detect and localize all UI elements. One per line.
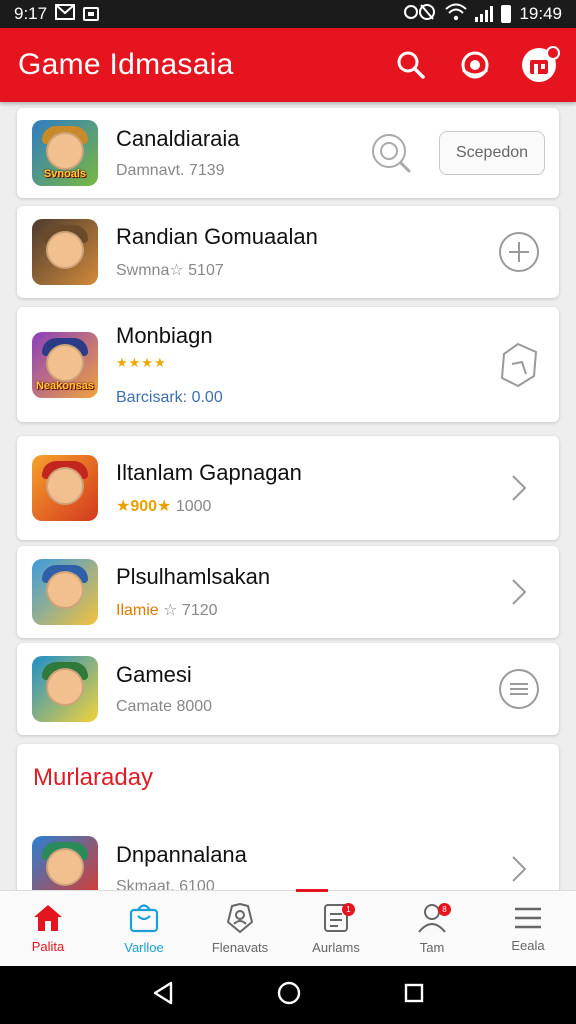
app-bar: Game Idmasaia [0, 28, 576, 102]
plus-circle-icon [499, 232, 539, 272]
item-title: Iltanlam Gapnagan [116, 460, 302, 485]
nav-label: Tam [419, 940, 445, 955]
nav-item-articles[interactable]: 1 Aurlams [288, 891, 384, 966]
nav-label: Varlloe [124, 940, 164, 955]
list-item[interactable]: Neakonsas Monbiagn ★★★★ Barcisark: 0.00 [17, 307, 559, 422]
shopping-bag-icon [129, 904, 159, 933]
nav-item-shop[interactable]: Varlloe [96, 891, 192, 966]
gamepad-icon [461, 51, 489, 79]
item-title: Gamesi [116, 662, 192, 687]
recents-icon[interactable] [403, 982, 425, 1009]
nav-item-favorites[interactable]: Flenavats [192, 891, 288, 966]
rating-stars: ★★★★ [116, 354, 167, 370]
chevron-right-icon[interactable] [479, 577, 559, 607]
silent-icon [403, 3, 437, 26]
game-thumbnail [32, 836, 98, 890]
item-title: Dnpannalana [116, 842, 247, 867]
game-list: Svnoals Canaldiaraia Damnavt. 7139 Scepe… [0, 102, 576, 890]
nav-badge: 1 [342, 903, 355, 916]
item-title: Canaldiaraia [116, 126, 240, 151]
list-item[interactable]: Iltanlam Gapnagan ★900★ 1000 [17, 436, 559, 540]
nav-item-team[interactable]: 8 Tam [384, 891, 480, 966]
nav-badge: 8 [438, 903, 451, 916]
action-button[interactable]: Scepedon [439, 131, 545, 175]
notification-badge [546, 46, 560, 60]
status-time-left: 9:17 [14, 4, 48, 23]
shield-icon [501, 342, 537, 387]
item-title: Plsulhamlsakan [116, 564, 271, 589]
item-subtitle: Damnavt. 7139 [116, 162, 225, 179]
bottom-navigation: Palita Varlloe Flenavats 1 Aurlams 8 Tam… [0, 889, 576, 966]
mail-icon [55, 3, 76, 25]
item-subtitle: Camate 8000 [116, 698, 213, 715]
status-bar: 9:17 19:49 [0, 0, 576, 28]
item-meta: Ilamie ☆ 7120 [116, 600, 479, 620]
chevron-right-icon[interactable] [479, 473, 559, 503]
item-subtitle: ☆ 7120 [163, 602, 218, 619]
list-item[interactable]: Plsulhamlsakan Ilamie ☆ 7120 [17, 546, 559, 638]
add-button[interactable] [479, 231, 559, 273]
item-subtitle: Barcisark: 0.00 [116, 388, 223, 406]
list-item[interactable]: Randian Gomuaalan Swmna☆ 5107 [17, 206, 559, 298]
thumbnail-caption: Neakonsas [35, 379, 95, 392]
profile-button[interactable] [520, 46, 560, 84]
system-navigation-bar [0, 966, 576, 1024]
wifi-icon [445, 3, 468, 26]
user-badge-icon [227, 903, 253, 933]
nav-label: Eeala [511, 938, 545, 953]
item-subtitle: Swmna☆ 5107 [116, 262, 224, 279]
battery-icon [501, 5, 512, 23]
game-thumbnail: Svnoals [32, 120, 98, 186]
gallery-icon [83, 7, 100, 21]
game-thumbnail [32, 455, 98, 521]
game-thumbnail [32, 656, 98, 722]
menu-button[interactable] [479, 668, 559, 710]
search-icon [397, 51, 425, 79]
section-title: Murlaraday [33, 764, 154, 791]
item-tag: Ilamie [116, 602, 159, 619]
home-icon [34, 905, 62, 931]
nav-item-home[interactable]: Palita [0, 891, 96, 966]
app-title: Game Idmasaia [18, 48, 234, 81]
item-subtitle: 1000 [175, 498, 212, 515]
item-title: Randian Gomuaalan [116, 224, 318, 249]
list-item[interactable]: Svnoals Canaldiaraia Damnavt. 7139 Scepe… [17, 108, 559, 198]
list-circle-icon [499, 669, 539, 709]
item-meta: ★900★ 1000 [116, 496, 479, 516]
search-icon[interactable] [361, 132, 421, 174]
nav-item-more[interactable]: Eeala [480, 891, 576, 966]
chevron-right-icon[interactable] [479, 854, 559, 884]
search-button[interactable] [392, 46, 430, 84]
signal-icon [475, 6, 494, 22]
item-title: Monbiagn [116, 322, 213, 348]
section-card: Murlaraday Dnpannalana Skmaat. 6100 [17, 744, 559, 890]
game-thumbnail [32, 559, 98, 625]
back-icon[interactable] [151, 980, 175, 1011]
list-item[interactable]: Gamesi Camate 8000 [17, 643, 559, 735]
nav-label: Flenavats [211, 940, 269, 955]
thumbnail-caption: Svnoals [43, 168, 87, 180]
menu-icon [515, 907, 541, 929]
rating-value: ★900★ [116, 498, 172, 515]
list-item[interactable]: Dnpannalana Skmaat. 6100 [32, 836, 559, 890]
nav-label: Aurlams [312, 940, 360, 955]
shield-button[interactable] [479, 340, 559, 390]
game-thumbnail [32, 219, 98, 285]
status-time-right: 19:49 [519, 4, 562, 23]
game-thumbnail: Neakonsas [32, 331, 98, 398]
gamepad-button[interactable] [456, 46, 494, 84]
home-circle-icon[interactable] [276, 980, 302, 1011]
nav-label: Palita [31, 939, 65, 954]
